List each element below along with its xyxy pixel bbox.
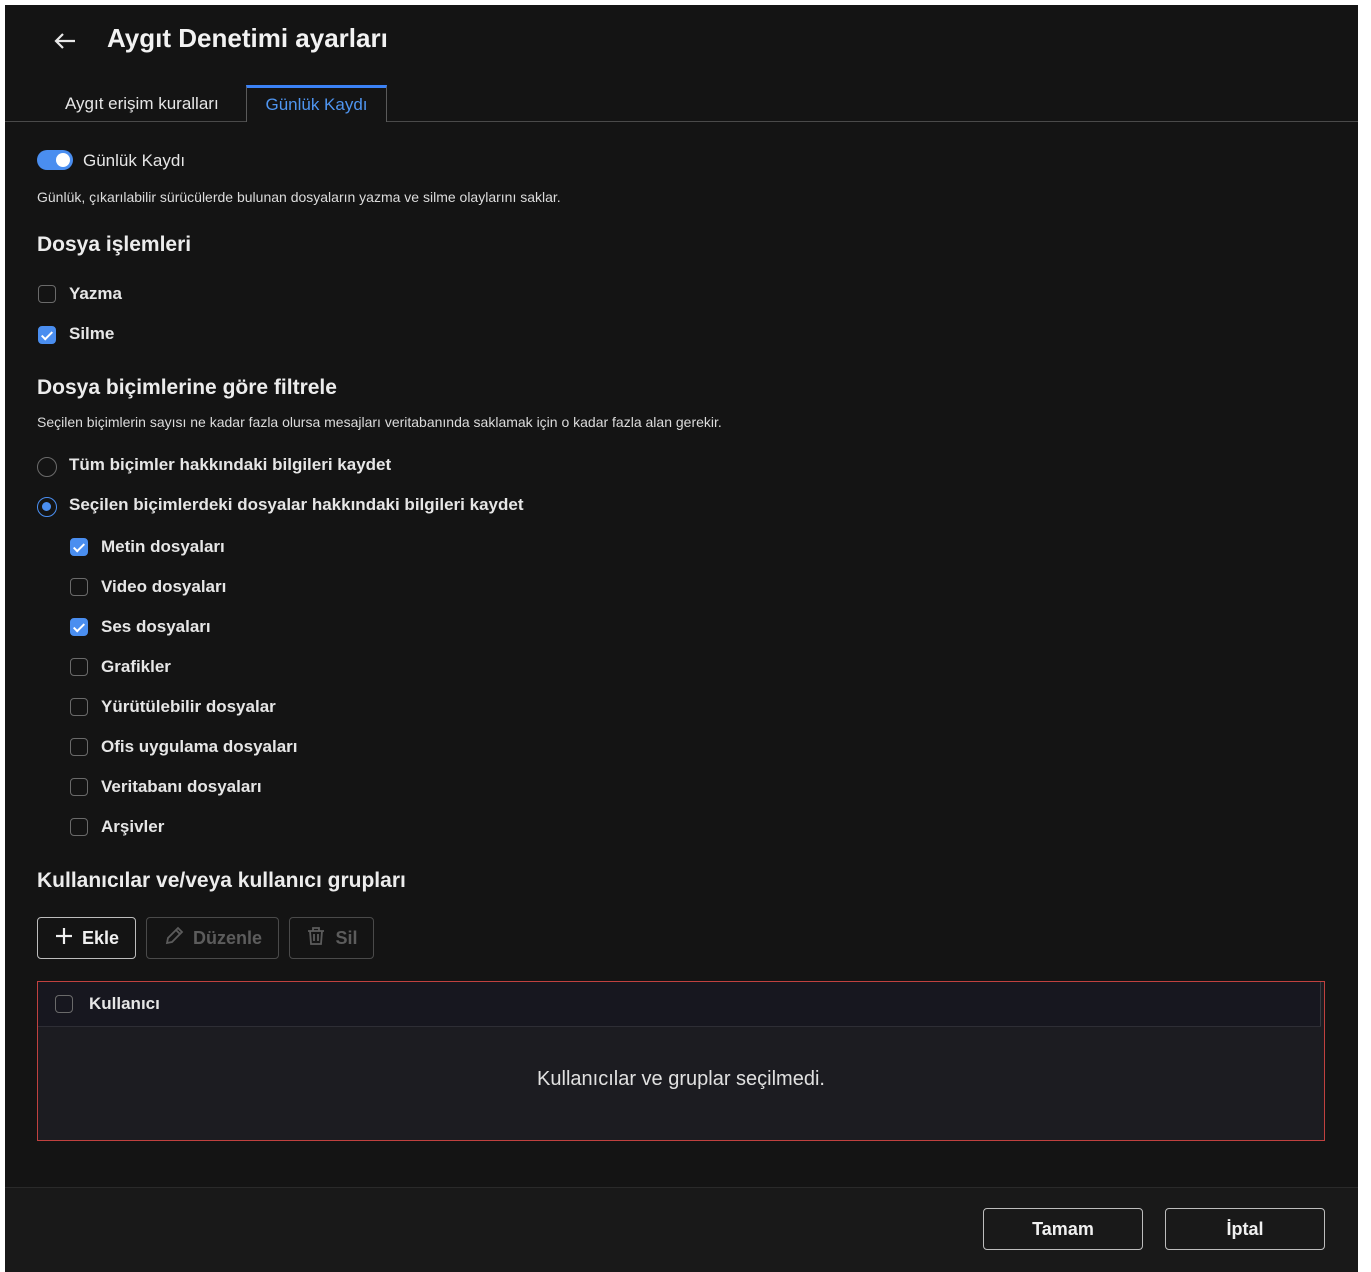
delete-button-label: Sil bbox=[335, 927, 358, 948]
logging-toggle-label: Günlük Kaydı bbox=[83, 151, 186, 170]
format-label-database: Veritabanı dosyaları bbox=[101, 777, 262, 796]
column-resize-handle[interactable] bbox=[1320, 982, 1321, 1026]
table-header: Kullanıcı bbox=[38, 982, 1321, 1027]
format-label-audio: Ses dosyaları bbox=[101, 617, 211, 636]
format-label-graphics: Grafikler bbox=[101, 657, 171, 676]
tab-logging[interactable]: Günlük Kaydı bbox=[246, 85, 387, 122]
add-button[interactable]: Ekle bbox=[37, 917, 136, 959]
format-label-archives: Arşivler bbox=[101, 817, 165, 836]
format-checkbox-database[interactable] bbox=[70, 778, 88, 796]
format-filter-description: Seçilen biçimlerin sayısı ne kadar fazla… bbox=[37, 414, 722, 430]
format-filter-heading: Dosya biçimlerine göre filtrele bbox=[37, 376, 337, 399]
format-checkbox-text[interactable] bbox=[70, 538, 88, 556]
write-checkbox[interactable] bbox=[38, 285, 56, 303]
format-label-video: Video dosyaları bbox=[101, 577, 227, 596]
page-title: Aygıt Denetimi ayarları bbox=[107, 23, 388, 53]
tab-divider bbox=[5, 121, 1358, 122]
format-checkbox-archives[interactable] bbox=[70, 818, 88, 836]
settings-window: Aygıt Denetimi ayarları Aygıt erişim kur… bbox=[5, 5, 1358, 1272]
delete-checkbox[interactable] bbox=[38, 326, 56, 344]
logging-description: Günlük, çıkarılabilir sürücülerde buluna… bbox=[37, 189, 561, 205]
format-label-executables: Yürütülebilir dosyalar bbox=[101, 697, 276, 716]
add-button-label: Ekle bbox=[81, 927, 120, 948]
edit-button-label: Düzenle bbox=[192, 927, 262, 948]
table-empty-message: Kullanıcılar ve gruplar seçilmedi. bbox=[537, 1068, 825, 1090]
select-all-checkbox[interactable] bbox=[55, 995, 73, 1013]
cancel-button[interactable]: İptal bbox=[1165, 1208, 1325, 1250]
users-table: Kullanıcı Kullanıcılar ve gruplar seçilm… bbox=[37, 981, 1325, 1141]
format-checkbox-graphics[interactable] bbox=[70, 658, 88, 676]
radio-selected-formats-label: Seçilen biçimlerdeki dosyalar hakkındaki… bbox=[69, 495, 524, 514]
delete-label: Silme bbox=[69, 324, 115, 343]
logging-toggle[interactable] bbox=[37, 150, 73, 170]
format-label-text: Metin dosyaları bbox=[101, 537, 225, 556]
radio-all-formats[interactable] bbox=[37, 457, 57, 477]
tab-device-access-rules[interactable]: Aygıt erişim kuralları bbox=[65, 94, 219, 114]
format-checkbox-executables[interactable] bbox=[70, 698, 88, 716]
write-label: Yazma bbox=[69, 284, 122, 303]
back-arrow-icon[interactable] bbox=[51, 27, 79, 55]
edit-button[interactable]: Düzenle bbox=[146, 917, 279, 959]
users-heading: Kullanıcılar ve/veya kullanıcı grupları bbox=[37, 869, 406, 892]
column-header-user[interactable]: Kullanıcı bbox=[89, 994, 160, 1014]
footer-bar: Tamam İptal bbox=[5, 1188, 1358, 1272]
trash-icon bbox=[305, 925, 327, 952]
format-checkbox-office[interactable] bbox=[70, 738, 88, 756]
radio-all-formats-label: Tüm biçimler hakkındaki bilgileri kaydet bbox=[69, 455, 392, 474]
plus-icon bbox=[54, 926, 74, 951]
format-label-office: Ofis uygulama dosyaları bbox=[101, 737, 298, 756]
radio-selected-formats[interactable] bbox=[37, 497, 57, 517]
file-ops-heading: Dosya işlemleri bbox=[37, 233, 192, 256]
delete-button[interactable]: Sil bbox=[289, 917, 374, 959]
format-checkbox-video[interactable] bbox=[70, 578, 88, 596]
pencil-icon bbox=[163, 925, 185, 952]
ok-button[interactable]: Tamam bbox=[983, 1208, 1143, 1250]
format-checkbox-audio[interactable] bbox=[70, 618, 88, 636]
